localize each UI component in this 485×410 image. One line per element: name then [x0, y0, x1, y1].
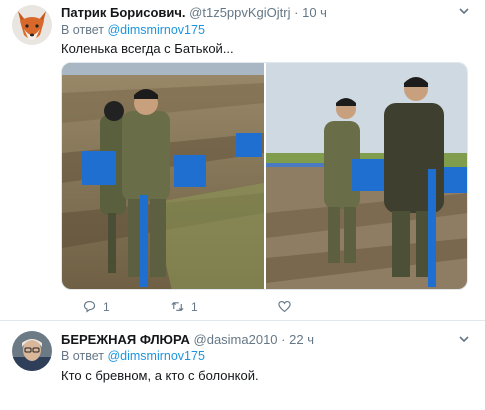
reply-icon: [83, 300, 96, 313]
like-button[interactable]: [277, 299, 298, 314]
photo-left[interactable]: [62, 63, 264, 290]
tweet[interactable]: БЕРЕЖНАЯ ФЛЮРА @dasima2010 · 22 ч В отве…: [0, 321, 485, 410]
reply-to-link[interactable]: @dimsmirnov175: [107, 349, 204, 363]
reply-context: В ответ @dimsmirnov175: [61, 23, 205, 37]
author-name[interactable]: Патрик Борисович.: [61, 5, 186, 20]
author-name[interactable]: БЕРЕЖНАЯ ФЛЮРА: [61, 332, 190, 347]
avatar[interactable]: [12, 331, 52, 371]
media-grid[interactable]: [61, 62, 468, 290]
reply-context: В ответ @dimsmirnov175: [61, 349, 205, 363]
tweet-header: БЕРЕЖНАЯ ФЛЮРА @dasima2010 · 22 ч: [61, 332, 314, 347]
retweet-count: 1: [191, 299, 198, 314]
author-handle[interactable]: @t1z5ppvKgiOjtrj: [189, 5, 290, 20]
chevron-down-icon[interactable]: [457, 332, 471, 346]
tweet[interactable]: Патрик Борисович. @t1z5ppvKgiOjtrj · 10 …: [0, 0, 485, 321]
tweet-header: Патрик Борисович. @t1z5ppvKgiOjtrj · 10 …: [61, 5, 327, 20]
person-avatar-image: [12, 331, 52, 371]
tweet-time[interactable]: 10 ч: [302, 5, 327, 20]
reply-prefix: В ответ: [61, 23, 104, 37]
tweet-time[interactable]: 22 ч: [289, 332, 314, 347]
reply-count: 1: [103, 299, 110, 314]
reply-button[interactable]: 1: [82, 299, 110, 314]
tweet-text: Коленька всегда с Батькой...: [61, 41, 234, 56]
tweet-actions: 1 1: [61, 299, 361, 317]
reply-to-link[interactable]: @dimsmirnov175: [107, 23, 204, 37]
chevron-down-icon[interactable]: [457, 4, 471, 18]
photo-right[interactable]: [266, 63, 468, 290]
retweet-icon: [171, 301, 184, 312]
separator-dot: ·: [281, 332, 286, 347]
tweet-text: Кто с бревном, а кто с болонкой.: [61, 368, 259, 383]
fox-avatar-image: [12, 5, 52, 45]
reply-prefix: В ответ: [61, 349, 104, 363]
heart-icon: [278, 300, 291, 313]
author-handle[interactable]: @dasima2010: [194, 332, 278, 347]
separator-dot: ·: [294, 5, 299, 20]
avatar[interactable]: [12, 5, 52, 45]
retweet-button[interactable]: 1: [170, 299, 198, 314]
